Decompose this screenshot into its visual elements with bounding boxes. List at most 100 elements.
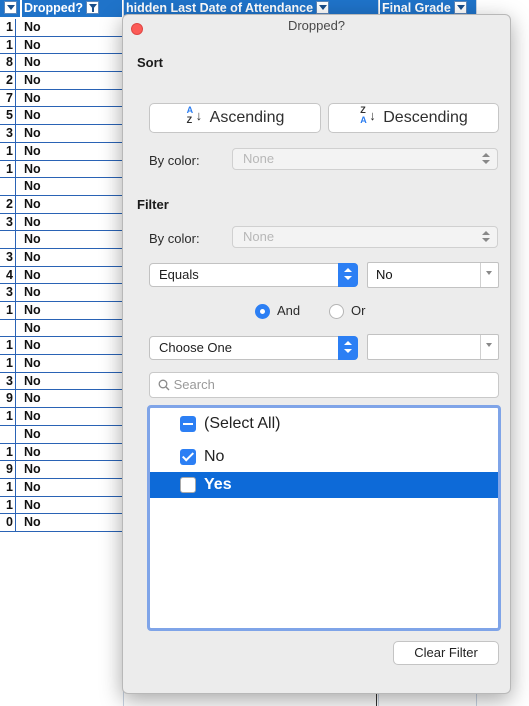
cell-dropped[interactable]: No [24, 461, 41, 478]
cell-prev-column[interactable]: 5 [0, 107, 16, 125]
cell-prev-column[interactable]: 1 [0, 36, 16, 54]
and-radio[interactable] [255, 304, 270, 319]
cell-prev-column[interactable]: 1 [0, 302, 16, 319]
table-row[interactable]: 3 No [0, 248, 123, 267]
sort-descending-button[interactable]: Z A ↓ Descending [328, 103, 499, 133]
condition1-operator-select[interactable]: Equals [149, 263, 358, 287]
table-row[interactable]: 2 No [0, 72, 123, 90]
table-row[interactable]: 1 No [0, 19, 123, 37]
cell-dropped[interactable]: No [24, 196, 41, 213]
cell-dropped[interactable]: No [24, 107, 41, 124]
table-row[interactable]: 1 No [0, 443, 123, 462]
table-row[interactable]: 1 No [0, 478, 123, 497]
cell-dropped[interactable]: No [24, 161, 41, 178]
cell-dropped[interactable]: No [24, 125, 41, 142]
checkbox-unchecked[interactable] [180, 477, 196, 493]
cell-dropped[interactable]: No [24, 19, 41, 36]
column-header-dropped[interactable]: Dropped? [22, 0, 122, 17]
list-item-no[interactable]: No [150, 444, 498, 470]
sort-by-color-select[interactable]: None [232, 148, 498, 170]
cell-dropped[interactable]: No [24, 444, 41, 461]
condition2-value-combo[interactable] [367, 334, 499, 360]
table-row[interactable]: 1 No [0, 36, 123, 55]
cell-dropped[interactable]: No [24, 426, 41, 443]
filter-dropdown-icon[interactable] [316, 1, 330, 15]
cell-prev-column[interactable]: 4 [0, 266, 16, 284]
chevron-down-icon[interactable] [480, 263, 498, 287]
table-row[interactable]: No [0, 231, 123, 249]
cell-prev-column[interactable] [0, 425, 16, 443]
cell-prev-column[interactable]: 1 [0, 408, 16, 425]
cell-prev-column[interactable]: 1 [0, 478, 16, 496]
cell-dropped[interactable]: No [24, 373, 41, 390]
cell-dropped[interactable]: No [24, 54, 41, 71]
cell-dropped[interactable]: No [24, 178, 41, 195]
table-row[interactable]: 3 No [0, 372, 123, 391]
table-row[interactable]: 3 No [0, 284, 123, 302]
cell-dropped[interactable]: No [24, 90, 41, 107]
cell-prev-column[interactable]: 2 [0, 72, 16, 89]
cell-dropped[interactable]: No [24, 390, 41, 407]
cell-prev-column[interactable] [0, 178, 16, 195]
table-row[interactable]: 1 No [0, 355, 123, 373]
cell-dropped[interactable]: No [24, 249, 41, 266]
cell-dropped[interactable]: No [24, 514, 41, 531]
cell-dropped[interactable]: No [24, 214, 41, 231]
cell-prev-column[interactable]: 1 [0, 355, 16, 372]
cell-dropped[interactable]: No [24, 479, 41, 496]
cell-prev-column[interactable]: 3 [0, 284, 16, 301]
table-row[interactable]: No [0, 319, 123, 338]
list-item-select-all[interactable]: (Select All) [150, 411, 498, 437]
cell-dropped[interactable]: No [24, 302, 41, 319]
cell-dropped[interactable]: No [24, 267, 41, 284]
cell-prev-column[interactable]: 9 [0, 390, 16, 408]
table-row[interactable]: 9 No [0, 390, 123, 409]
table-row[interactable]: No [0, 425, 123, 444]
cell-dropped[interactable]: No [24, 320, 41, 337]
cell-dropped[interactable]: No [24, 337, 41, 354]
cell-prev-column[interactable]: 7 [0, 89, 16, 107]
and-radio-label[interactable]: And [277, 303, 300, 318]
table-row[interactable]: 0 No [0, 514, 123, 532]
cell-prev-column[interactable]: 3 [0, 125, 16, 142]
cell-prev-column[interactable]: 1 [0, 337, 16, 355]
table-row[interactable]: 4 No [0, 266, 123, 285]
table-row[interactable]: 1 No [0, 496, 123, 515]
condition1-value-combo[interactable]: No [367, 262, 499, 288]
table-row[interactable]: 1 No [0, 142, 123, 161]
sort-ascending-button[interactable]: A Z ↓ Ascending [149, 103, 321, 133]
cell-prev-column[interactable]: 9 [0, 461, 16, 478]
filter-active-icon[interactable] [86, 1, 100, 15]
cell-prev-column[interactable]: 3 [0, 372, 16, 390]
cell-prev-column[interactable]: 2 [0, 195, 16, 213]
list-item-yes[interactable]: Yes [150, 472, 498, 498]
filter-by-color-select[interactable]: None [232, 226, 498, 248]
search-input[interactable]: Search [149, 372, 499, 398]
cell-dropped[interactable]: No [24, 231, 41, 248]
cell-dropped[interactable]: No [24, 497, 41, 514]
filter-values-list[interactable]: (Select All) No Yes [147, 405, 501, 631]
checkbox-checked[interactable] [180, 449, 196, 465]
cell-dropped[interactable]: No [24, 72, 41, 89]
or-radio-label[interactable]: Or [351, 303, 365, 318]
cell-dropped[interactable]: No [24, 408, 41, 425]
cell-prev-column[interactable]: 1 [0, 443, 16, 461]
table-row[interactable]: 1 No [0, 160, 123, 179]
cell-prev-column[interactable]: 0 [0, 514, 16, 531]
or-radio[interactable] [329, 304, 344, 319]
cell-dropped[interactable]: No [24, 284, 41, 301]
filter-dropdown-icon[interactable] [453, 1, 467, 15]
cell-prev-column[interactable]: 3 [0, 248, 16, 266]
table-row[interactable]: 3 No [0, 213, 123, 232]
chevron-down-icon[interactable] [480, 335, 498, 359]
table-row[interactable]: 1 No [0, 337, 123, 356]
cell-prev-column[interactable]: 1 [0, 496, 16, 514]
checkbox-mixed[interactable] [180, 416, 196, 432]
table-row[interactable]: No [0, 178, 123, 196]
filter-dropdown-icon[interactable] [4, 1, 17, 15]
cell-prev-column[interactable] [0, 319, 16, 337]
table-row[interactable]: 1 No [0, 302, 123, 320]
condition2-operator-select[interactable]: Choose One [149, 336, 358, 360]
column-header-prev[interactable] [0, 0, 20, 17]
cell-prev-column[interactable]: 3 [0, 213, 16, 231]
